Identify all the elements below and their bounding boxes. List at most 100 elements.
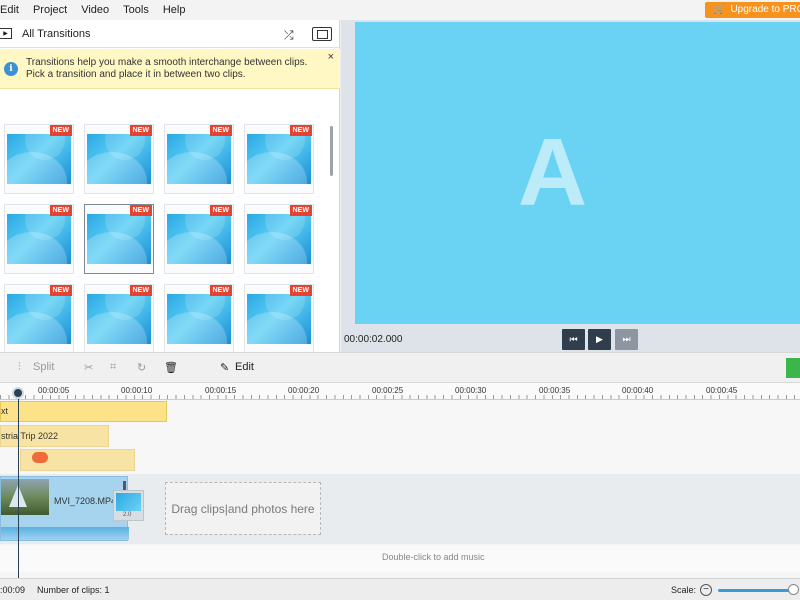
playhead-line — [18, 388, 19, 578]
music-track[interactable]: Double-click to add music — [0, 546, 800, 572]
ruler-tick: 00:00:05 — [38, 386, 70, 395]
scale-slider[interactable] — [718, 589, 796, 592]
transition-thumb[interactable]: NEW — [84, 124, 154, 194]
split-button[interactable]: Split — [33, 361, 54, 373]
clip-handle-icon[interactable] — [123, 481, 126, 490]
transitions-icon: ▶ — [0, 28, 12, 39]
scale-slider-handle[interactable] — [788, 584, 799, 595]
ruler-tick: 00:00:35 — [539, 386, 571, 395]
split-icon: ⫶ — [18, 361, 21, 373]
rotate-icon[interactable]: ↻ — [137, 361, 146, 374]
transition-thumb[interactable]: NEW — [164, 284, 234, 352]
new-badge: NEW — [49, 205, 72, 216]
transition-preview — [7, 294, 71, 344]
menu-project[interactable]: Project — [26, 0, 74, 20]
status-time: :00:09 — [0, 585, 26, 595]
scale-label: Scale: — [671, 585, 697, 595]
video-thumbnail — [1, 479, 49, 515]
transition-preview — [167, 214, 231, 264]
new-badge: NEW — [129, 125, 152, 136]
previous-button[interactable]: ⏮ — [562, 329, 585, 350]
text-clip-label: xt — [1, 406, 9, 416]
transitions-header: ▶ All Transitions ⤮ — [0, 20, 339, 48]
ruler-tick: 00:00:40 — [622, 386, 654, 395]
transition-thumb[interactable]: NEW — [244, 284, 314, 352]
transition-thumb[interactable]: NEW — [4, 124, 74, 194]
upgrade-button[interactable]: 🛒 Upgrade to PRO V — [705, 2, 800, 18]
title-clip[interactable]: stria Trip 2022 — [0, 425, 109, 447]
transition-preview — [87, 214, 151, 264]
transition-marker[interactable]: 2.0 — [113, 490, 144, 521]
transition-preview — [167, 294, 231, 344]
music-hint: Double-click to add music — [382, 552, 485, 562]
new-badge: NEW — [209, 205, 232, 216]
video-clip[interactable]: MVI_7208.MP4 — [0, 476, 129, 541]
status-bar: :00:09 Number of clips: 1 Scale: − — [0, 578, 800, 600]
video-track: MVI_7208.MP4 2.0 — [0, 474, 800, 544]
new-badge: NEW — [289, 205, 312, 216]
cart-icon: 🛒 — [713, 4, 726, 15]
transitions-panel: ▶ All Transitions ⤮ i Transitions help y… — [0, 20, 340, 352]
next-button[interactable]: ⏭ — [615, 329, 638, 350]
preview-timecode: 00:00:02.000 — [344, 334, 403, 345]
transition-preview — [7, 134, 71, 184]
shuffle-icon[interactable]: ⤮ — [284, 28, 294, 43]
video-clip-name: MVI_7208.MP4 — [54, 496, 117, 506]
transition-thumb[interactable]: NEW — [244, 124, 314, 194]
preview-screen: A — [355, 22, 800, 324]
play-button[interactable]: ▶ — [588, 329, 611, 350]
transition-duration: 2.0 — [123, 512, 132, 518]
new-badge: NEW — [49, 285, 72, 296]
transition-preview — [247, 134, 311, 184]
info-banner: i Transitions help you make a smooth int… — [0, 49, 340, 89]
new-badge: NEW — [49, 125, 72, 136]
transition-thumb[interactable]: NEW — [4, 284, 74, 352]
transition-thumb[interactable]: NEW — [164, 204, 234, 274]
menu-video[interactable]: Video — [74, 0, 116, 20]
close-icon[interactable]: × — [328, 51, 334, 63]
cut-icon[interactable]: ✂ — [84, 361, 93, 374]
transitions-scrollbar[interactable] — [330, 126, 333, 176]
drop-zone-text: Drag clips|and photos here — [171, 501, 315, 516]
ruler-tick: 00:00:25 — [372, 386, 404, 395]
text-clip[interactable]: xt — [0, 401, 167, 422]
transition-thumb[interactable]: NEW — [244, 204, 314, 274]
transition-preview — [167, 134, 231, 184]
editing-toolbar: ⫶ Split ✂ ⌗ ↻ 🗑 ✎ Edit — [0, 352, 800, 383]
text-track: xt — [0, 400, 800, 424]
menu-bar: Edit Project Video Tools Help 🛒 Upgrade … — [0, 0, 800, 20]
transition-thumb[interactable]: NEW — [164, 124, 234, 194]
menu-edit[interactable]: Edit — [0, 0, 26, 20]
zoom-out-icon[interactable]: − — [700, 584, 712, 596]
new-badge: NEW — [129, 205, 152, 216]
playhead-handle[interactable] — [12, 387, 24, 399]
new-badge: NEW — [209, 125, 232, 136]
new-badge: NEW — [129, 285, 152, 296]
title-track: stria Trip 2022 — [0, 424, 800, 448]
drop-zone[interactable]: Drag clips|and photos here — [165, 482, 321, 535]
audio-waveform — [1, 527, 129, 540]
transition-thumb[interactable]: NEW — [4, 204, 74, 274]
transition-thumb[interactable]: NEW — [84, 284, 154, 352]
menu-tools[interactable]: Tools — [116, 0, 156, 20]
title-clip-label: stria Trip 2022 — [1, 431, 59, 441]
transition-marker-preview — [116, 493, 141, 511]
timeline-ruler[interactable]: 00:00:05 00:00:10 00:00:15 00:00:20 00:0… — [0, 383, 800, 400]
transition-preview — [247, 214, 311, 264]
ruler-tick: 00:00:15 — [205, 386, 237, 395]
transition-preview — [247, 294, 311, 344]
timeline-tracks: xt stria Trip 2022 MVI_7208.MP4 2.0 Drag… — [0, 400, 800, 578]
edit-button[interactable]: Edit — [235, 361, 254, 373]
new-badge: NEW — [289, 125, 312, 136]
ruler-tick: 00:00:45 — [706, 386, 738, 395]
delete-icon[interactable]: 🗑 — [164, 361, 178, 374]
edit-icon: ✎ — [220, 362, 230, 374]
apply-to-all-icon[interactable] — [312, 27, 332, 41]
menu-help[interactable]: Help — [156, 0, 193, 20]
sticker-clip[interactable] — [20, 449, 135, 471]
transition-preview — [7, 214, 71, 264]
crop-icon[interactable]: ⌗ — [110, 361, 116, 374]
transition-thumb-selected[interactable]: NEW — [84, 204, 154, 274]
export-button[interactable] — [786, 358, 800, 378]
transitions-grid: NEW NEW NEW NEW NEW NEW NEW NEW NEW NEW … — [0, 92, 326, 352]
